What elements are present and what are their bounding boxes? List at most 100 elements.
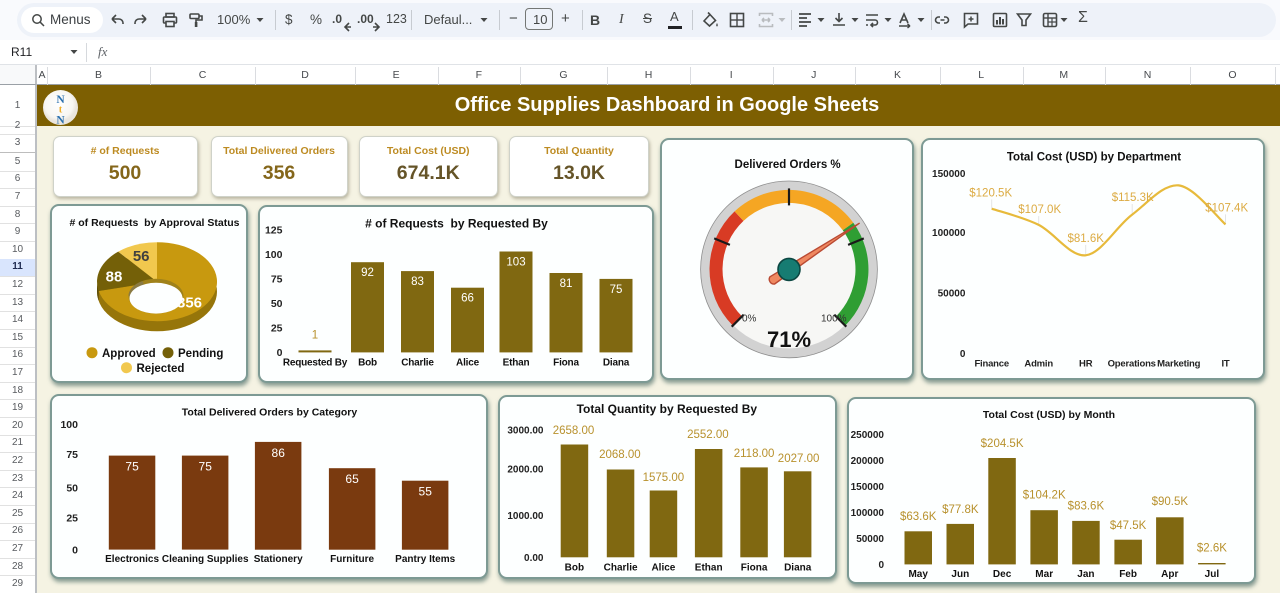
svg-text:2658.00: 2658.00 <box>552 425 594 437</box>
svg-text:1000.00: 1000.00 <box>507 511 544 522</box>
svg-text:Mar: Mar <box>1036 569 1054 580</box>
svg-text:$77.8K: $77.8K <box>942 504 979 516</box>
svg-text:Jun: Jun <box>952 569 970 580</box>
svg-text:2000.00: 2000.00 <box>507 465 544 476</box>
svg-text:100000: 100000 <box>851 507 885 518</box>
svg-text:$63.6K: $63.6K <box>900 511 937 523</box>
svg-text:50: 50 <box>271 298 283 310</box>
svg-text:Diana: Diana <box>603 357 630 368</box>
svg-text:75: 75 <box>125 459 139 473</box>
svg-text:92: 92 <box>361 267 374 279</box>
svg-text:Electronics: Electronics <box>105 554 159 565</box>
svg-text:Total Cost (USD) by Department: Total Cost (USD) by Department <box>1007 151 1181 163</box>
svg-text:75: 75 <box>271 273 283 285</box>
svg-text:$120.5K: $120.5K <box>970 187 1013 199</box>
svg-text:Furniture: Furniture <box>330 554 374 565</box>
svg-text:Alice: Alice <box>651 563 675 574</box>
svg-text:100: 100 <box>60 419 78 431</box>
svg-text:Total Cost (USD) by Month: Total Cost (USD) by Month <box>983 409 1115 421</box>
svg-text:100%: 100% <box>821 313 847 324</box>
svg-text:Ethan: Ethan <box>503 357 530 368</box>
svg-text:Total Delivered Orders by Cate: Total Delivered Orders by Category <box>181 406 357 418</box>
svg-text:75: 75 <box>610 283 623 295</box>
svg-text:103: 103 <box>506 256 525 268</box>
svg-text:75: 75 <box>198 459 212 473</box>
svg-text:65: 65 <box>345 472 359 486</box>
svg-text:Pending: Pending <box>178 348 223 360</box>
svg-text:$107.4K: $107.4K <box>1206 202 1249 214</box>
svg-text:100: 100 <box>265 249 283 261</box>
svg-text:2027.00: 2027.00 <box>777 453 819 465</box>
svg-text:75: 75 <box>66 448 78 460</box>
svg-text:0: 0 <box>879 559 885 570</box>
svg-text:Finance: Finance <box>975 358 1010 369</box>
svg-text:83: 83 <box>411 276 424 288</box>
svg-text:Stationery: Stationery <box>253 554 302 565</box>
svg-text:200000: 200000 <box>851 455 885 466</box>
svg-text:125: 125 <box>265 224 283 236</box>
svg-text:HR: HR <box>1079 358 1093 369</box>
svg-text:Approved: Approved <box>102 348 156 360</box>
svg-text:$104.2K: $104.2K <box>1023 489 1066 501</box>
svg-text:1575.00: 1575.00 <box>642 472 684 484</box>
svg-text:Alice: Alice <box>456 357 480 368</box>
svg-text:$115.3K: $115.3K <box>1112 192 1154 204</box>
svg-text:150000: 150000 <box>932 169 966 180</box>
svg-text:$83.6K: $83.6K <box>1068 500 1105 512</box>
svg-text:2068.00: 2068.00 <box>599 449 641 461</box>
svg-text:Total Quantity by Requested By: Total Quantity by Requested By <box>576 402 757 416</box>
svg-text:55: 55 <box>418 484 432 498</box>
svg-text:Feb: Feb <box>1120 569 1138 580</box>
svg-text:86: 86 <box>271 445 285 459</box>
svg-text:$204.5K: $204.5K <box>981 438 1024 450</box>
svg-text:250000: 250000 <box>851 429 885 440</box>
svg-text:Operations: Operations <box>1108 358 1156 369</box>
svg-text:N: N <box>56 114 65 126</box>
svg-text:356: 356 <box>177 295 202 312</box>
svg-text:Rejected: Rejected <box>137 363 185 375</box>
svg-text:Fiona: Fiona <box>553 357 579 368</box>
svg-text:Delivered Orders %: Delivered Orders % <box>735 159 841 171</box>
svg-text:Charlie: Charlie <box>603 563 637 574</box>
svg-text:50000: 50000 <box>857 533 885 544</box>
svg-text:$47.5K: $47.5K <box>1110 520 1147 532</box>
svg-text:Ethan: Ethan <box>694 563 722 574</box>
svg-text:0: 0 <box>72 544 78 556</box>
svg-text:Jan: Jan <box>1078 569 1095 580</box>
svg-text:1: 1 <box>312 329 318 341</box>
svg-text:3000.00: 3000.00 <box>507 426 544 437</box>
svg-text:Admin: Admin <box>1025 358 1054 369</box>
svg-text:$107.0K: $107.0K <box>1019 204 1062 216</box>
svg-text:$81.6K: $81.6K <box>1068 232 1105 244</box>
svg-text:Requested By: Requested By <box>283 357 348 368</box>
svg-text:Fiona: Fiona <box>740 563 767 574</box>
svg-text:2552.00: 2552.00 <box>687 429 729 441</box>
svg-text:Cleaning Supplies: Cleaning Supplies <box>161 554 248 565</box>
svg-text:56: 56 <box>133 248 150 265</box>
svg-text:71%: 71% <box>767 327 811 352</box>
svg-text:# of Requests by Approval Sta: # of Requests by Approval Status <box>70 217 240 229</box>
svg-text:# of Requests by Requested By: # of Requests by Requested By <box>365 216 548 230</box>
svg-text:$90.5K: $90.5K <box>1152 496 1189 508</box>
svg-text:2118.00: 2118.00 <box>733 448 774 460</box>
svg-text:88: 88 <box>106 269 123 286</box>
svg-text:Pantry Items: Pantry Items <box>395 554 455 565</box>
svg-text:0%: 0% <box>742 313 757 324</box>
svg-text:Marketing: Marketing <box>1157 358 1200 369</box>
svg-text:50000: 50000 <box>938 288 966 299</box>
svg-text:0: 0 <box>277 347 283 359</box>
svg-text:0: 0 <box>960 348 966 359</box>
svg-text:Apr: Apr <box>1162 569 1179 580</box>
svg-text:May: May <box>909 569 929 580</box>
svg-text:IT: IT <box>1222 358 1230 369</box>
svg-text:Diana: Diana <box>784 563 812 574</box>
svg-text:$2.6K: $2.6K <box>1197 542 1227 554</box>
svg-text:Bob: Bob <box>358 357 377 368</box>
svg-text:Charlie: Charlie <box>401 357 434 368</box>
svg-text:25: 25 <box>271 322 283 334</box>
svg-text:66: 66 <box>461 292 474 304</box>
svg-text:Bob: Bob <box>564 563 583 574</box>
svg-text:100000: 100000 <box>932 228 966 239</box>
svg-text:Dec: Dec <box>993 569 1012 580</box>
svg-text:150000: 150000 <box>851 481 885 492</box>
